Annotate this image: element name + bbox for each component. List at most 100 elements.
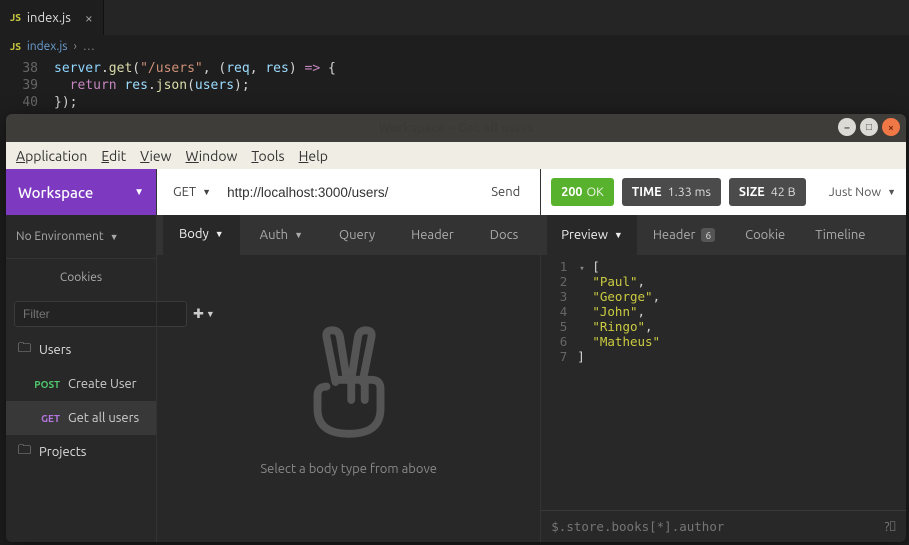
line-number: 39 bbox=[0, 78, 54, 95]
size-badge: SIZE 42 B bbox=[729, 178, 806, 206]
minimize-icon[interactable]: – bbox=[838, 118, 856, 136]
tab-docs-label: Docs bbox=[490, 228, 518, 242]
sidebar-folder-projects[interactable]: 🗀 Projects bbox=[6, 435, 156, 469]
jsonpath-input[interactable] bbox=[551, 519, 884, 534]
cookies-button[interactable]: Cookies bbox=[6, 259, 156, 295]
workspace-label: Workspace bbox=[18, 184, 93, 201]
menu-tools[interactable]: Tools bbox=[251, 148, 284, 164]
code-line[interactable]: server.get("/users", (req, res) => { bbox=[54, 61, 336, 78]
chevron-down-icon: ▼ bbox=[215, 229, 224, 239]
line-number: 6 bbox=[541, 334, 577, 349]
close-window-icon[interactable]: × bbox=[882, 118, 900, 136]
size-value: 42 B bbox=[771, 185, 796, 199]
url-input[interactable] bbox=[227, 185, 471, 200]
status-code: 200 bbox=[561, 185, 582, 199]
status-badge: 200 OK bbox=[551, 178, 613, 206]
empty-body-text: Select a body type from above bbox=[260, 462, 437, 476]
editor-code[interactable]: 38server.get("/users", (req, res) => {39… bbox=[0, 57, 909, 112]
folder-icon: 🗀 bbox=[18, 441, 31, 463]
window-titlebar: Workspace – Get all users – □ × bbox=[6, 114, 906, 142]
line-number: 4 bbox=[541, 304, 577, 319]
editor-tab-indexjs[interactable]: JS index.js × bbox=[0, 0, 104, 35]
history-label: Just Now bbox=[829, 185, 881, 199]
chevron-down-icon: ▼ bbox=[614, 230, 623, 240]
sidebar-folder[interactable]: 🗀Users bbox=[6, 333, 156, 367]
folder-label: Projects bbox=[39, 445, 86, 459]
peace-hand-icon bbox=[304, 322, 394, 442]
request-panel: GET ▼ Send Body ▼ Auth ▼ Query bbox=[156, 169, 541, 542]
tab-docs[interactable]: Docs bbox=[474, 215, 534, 255]
line-number: 38 bbox=[0, 61, 54, 78]
maximize-icon[interactable]: □ bbox=[860, 118, 878, 136]
request-label: Create User bbox=[68, 377, 137, 391]
environment-dropdown[interactable]: No Environment ▼ bbox=[6, 215, 156, 259]
method-label: GET bbox=[173, 185, 196, 199]
response-status-row: 200 OK TIME 1.33 ms SIZE 42 B Just Now ▼ bbox=[541, 169, 906, 215]
tab-auth[interactable]: Auth ▼ bbox=[244, 215, 319, 255]
request-label: Get all users bbox=[68, 411, 139, 425]
json-line: "John", bbox=[577, 304, 645, 319]
url-bar: GET ▼ Send bbox=[157, 169, 540, 215]
editor-tab-row: JS index.js × bbox=[0, 0, 909, 35]
editor-tab-label: index.js bbox=[27, 11, 71, 25]
close-icon[interactable]: × bbox=[85, 10, 93, 26]
status-text: OK bbox=[586, 185, 603, 199]
tab-resp-header-label: Header bbox=[653, 228, 696, 242]
help-icon[interactable]: ?⃝ bbox=[884, 520, 896, 534]
send-button[interactable]: Send bbox=[481, 185, 530, 199]
chevron-down-icon: ▼ bbox=[887, 187, 896, 197]
breadcrumb[interactable]: JS index.js › … bbox=[0, 35, 909, 57]
line-number: 5 bbox=[541, 319, 577, 334]
json-line: ] bbox=[577, 349, 585, 364]
line-number: 2 bbox=[541, 274, 577, 289]
size-label: SIZE bbox=[739, 185, 765, 199]
tab-cookie[interactable]: Cookie bbox=[731, 215, 799, 255]
sidebar: Workspace ▼ No Environment ▼ Cookies ✚ ▼ bbox=[6, 169, 156, 542]
line-number: 3 bbox=[541, 289, 577, 304]
insomnia-window: Workspace – Get all users – □ × Applicat… bbox=[6, 114, 906, 542]
response-history-dropdown[interactable]: Just Now ▼ bbox=[829, 185, 896, 199]
header-count-badge: 6 bbox=[701, 228, 715, 242]
tab-header[interactable]: Header bbox=[395, 215, 470, 255]
workspace-dropdown[interactable]: Workspace ▼ bbox=[6, 169, 156, 215]
menu-help[interactable]: Help bbox=[299, 148, 328, 164]
time-label: TIME bbox=[632, 185, 662, 199]
tab-query[interactable]: Query bbox=[323, 215, 391, 255]
json-line: ▾ [ bbox=[577, 259, 599, 274]
chevron-right-icon: › bbox=[73, 40, 76, 53]
code-line[interactable]: }); bbox=[54, 95, 77, 112]
chevron-down-icon: ▼ bbox=[202, 187, 211, 197]
line-number: 1 bbox=[541, 259, 577, 274]
menu-view[interactable]: View bbox=[140, 148, 171, 164]
line-number: 7 bbox=[541, 349, 577, 364]
tab-resp-header[interactable]: Header 6 bbox=[639, 215, 729, 255]
tab-body-label: Body bbox=[179, 227, 209, 241]
tab-preview-label: Preview bbox=[561, 228, 608, 242]
tab-header-label: Header bbox=[411, 228, 454, 242]
tab-preview[interactable]: Preview ▼ bbox=[547, 215, 637, 255]
sidebar-request[interactable]: POST Create User bbox=[6, 367, 156, 401]
time-badge: TIME 1.33 ms bbox=[622, 178, 721, 206]
menu-application[interactable]: Application bbox=[16, 148, 87, 164]
breadcrumb-file: index.js bbox=[27, 40, 68, 53]
folder-label: Users bbox=[39, 343, 71, 357]
menubar: Application Edit View Window Tools Help bbox=[6, 142, 906, 169]
cookies-label: Cookies bbox=[60, 271, 102, 284]
request-tabs: Body ▼ Auth ▼ Query Header Docs bbox=[157, 215, 540, 255]
empty-body-state: Select a body type from above bbox=[157, 255, 540, 542]
request-method-badge: GET bbox=[30, 413, 60, 424]
json-line: "Matheus" bbox=[577, 334, 660, 349]
js-icon: JS bbox=[10, 41, 21, 52]
line-number: 40 bbox=[0, 95, 54, 112]
sidebar-request[interactable]: GET Get all users bbox=[6, 401, 156, 435]
code-line[interactable]: return res.json(users); bbox=[54, 78, 250, 95]
response-tabs: Preview ▼ Header 6 Cookie Timeline bbox=[541, 215, 906, 255]
menu-window[interactable]: Window bbox=[186, 148, 238, 164]
tab-timeline[interactable]: Timeline bbox=[801, 215, 879, 255]
menu-edit[interactable]: Edit bbox=[101, 148, 126, 164]
json-line: "Ringo", bbox=[577, 319, 652, 334]
tab-body[interactable]: Body ▼ bbox=[163, 215, 240, 255]
request-method-badge: POST bbox=[30, 379, 60, 390]
response-body[interactable]: 1▾ [2 "Paul",3 "George",4 "John",5 "Ring… bbox=[541, 255, 906, 510]
method-select[interactable]: GET ▼ bbox=[167, 185, 217, 199]
